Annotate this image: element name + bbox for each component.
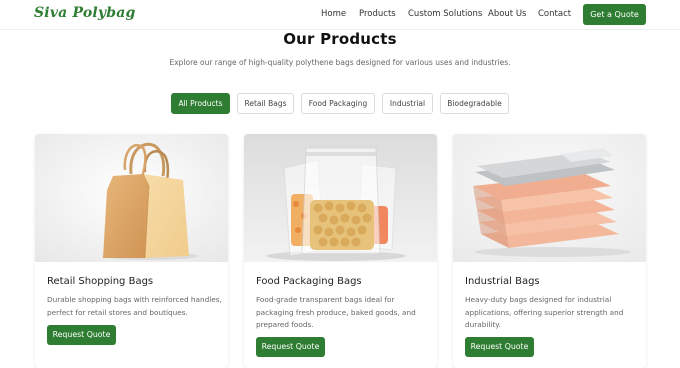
product-image-industrial: [453, 134, 646, 262]
get-a-quote-button[interactable]: Get a Quote: [583, 4, 646, 25]
product-description: Food-grade transparent bags ideal for pa…: [256, 295, 416, 329]
request-quote-button[interactable]: Request Quote: [47, 325, 116, 345]
paper-shopping-bag-icon: [35, 134, 228, 262]
request-quote-button[interactable]: Request Quote: [256, 337, 325, 357]
nav-link-products[interactable]: Products: [359, 9, 396, 19]
product-image-food: [244, 134, 437, 262]
stacked-industrial-bags-icon: [453, 134, 646, 262]
product-card-industrial: Industrial Bags Heavy-duty bags designed…: [453, 134, 646, 368]
product-title: Food Packaging Bags: [256, 276, 362, 287]
nav-link-custom-solutions[interactable]: Custom Solutions: [408, 9, 482, 19]
filter-retail-bags[interactable]: Retail Bags: [237, 93, 294, 114]
product-card-retail: Retail Shopping Bags Durable shopping ba…: [35, 134, 228, 368]
request-quote-button[interactable]: Request Quote: [465, 337, 534, 357]
nav-link-contact[interactable]: Contact: [538, 9, 571, 19]
product-image-retail: [35, 134, 228, 262]
page-subtitle: Explore our range of high-quality polyth…: [169, 58, 511, 67]
filter-all-products[interactable]: All Products: [171, 93, 230, 114]
filter-food-packaging[interactable]: Food Packaging: [301, 93, 375, 114]
product-title: Industrial Bags: [465, 276, 540, 287]
product-description: Heavy-duty bags designed for industrial …: [465, 295, 624, 329]
page-title: Our Products: [283, 30, 397, 48]
filter-biodegradable[interactable]: Biodegradable: [440, 93, 509, 114]
nav-links: Home Products Custom Solutions About Us …: [0, 9, 680, 23]
transparent-food-bags-icon: [244, 134, 437, 262]
product-card-food: Food Packaging Bags Food-grade transpare…: [244, 134, 437, 368]
product-title: Retail Shopping Bags: [47, 276, 154, 287]
nav-link-home[interactable]: Home: [321, 9, 346, 19]
filter-industrial[interactable]: Industrial: [382, 93, 433, 114]
navbar: Siva Polybag Home Products Custom Soluti…: [0, 0, 680, 30]
product-description: Durable shopping bags with reinforced ha…: [47, 295, 222, 317]
nav-link-about-us[interactable]: About Us: [488, 9, 526, 19]
